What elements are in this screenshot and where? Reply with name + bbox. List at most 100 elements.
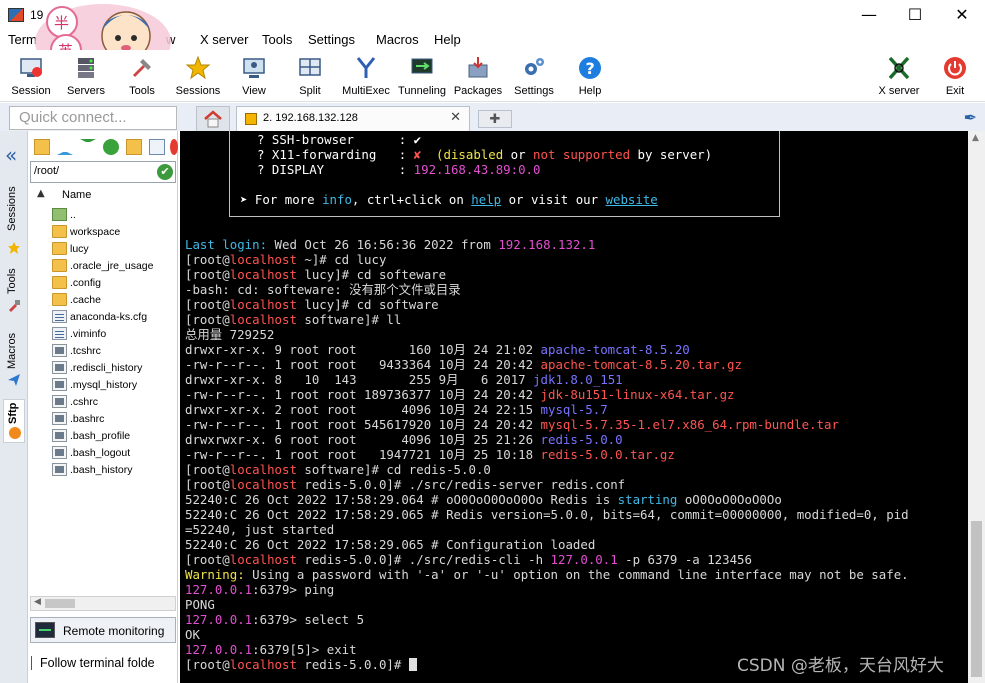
info-x11-line: ? X11-forwarding : ✘ (disabled or not su… bbox=[257, 147, 712, 162]
list-item[interactable]: .config bbox=[52, 275, 176, 292]
scrollbar-thumb[interactable] bbox=[45, 599, 75, 608]
scroll-left-icon[interactable]: ◀ bbox=[34, 597, 41, 607]
info-ssh-text: ? SSH-browser : ✔ bbox=[257, 132, 422, 147]
list-item[interactable]: lucy bbox=[52, 241, 176, 258]
sftp-path-input[interactable]: /root/ ✔ bbox=[30, 161, 176, 183]
script-file-icon bbox=[52, 412, 67, 425]
terminal-line: 127.0.0.1:6379> select 5 bbox=[185, 612, 364, 627]
servers-button[interactable]: Servers bbox=[55, 52, 117, 100]
session-button[interactable]: Session bbox=[0, 52, 62, 100]
refresh-icon[interactable] bbox=[103, 139, 119, 155]
warning-text: Using a password with '-a' or '-u' optio… bbox=[244, 567, 909, 582]
help-button[interactable]: ? Help bbox=[559, 52, 621, 100]
multiexec-button[interactable]: MultiExec bbox=[335, 52, 397, 100]
menu-macros[interactable]: Macros bbox=[376, 32, 419, 47]
help-link[interactable]: help bbox=[471, 192, 501, 207]
list-item[interactable]: anaconda-ks.cfg bbox=[52, 309, 176, 326]
ls-name: jdk1.8.0_151 bbox=[533, 372, 623, 387]
sidebar-tab-sessions[interactable]: Sessions bbox=[3, 179, 25, 259]
list-item[interactable]: .bash_profile bbox=[52, 428, 176, 445]
minimize-button[interactable]: — bbox=[846, 0, 892, 30]
prompt-host: localhost bbox=[229, 552, 297, 567]
view-button[interactable]: View bbox=[223, 52, 285, 100]
download-icon[interactable] bbox=[57, 139, 73, 155]
sidebar-tab-sftp[interactable]: Sftp bbox=[3, 399, 25, 443]
sessions-button[interactable]: Sessions bbox=[167, 52, 229, 100]
xserver-button[interactable]: X server bbox=[868, 52, 930, 100]
tab-title: 2. 192.168.132.128 bbox=[263, 112, 358, 124]
list-item[interactable]: .bash_logout bbox=[52, 445, 176, 462]
collapse-sidebar-icon[interactable]: « bbox=[5, 143, 17, 167]
follow-terminal-folder-checkbox[interactable]: Follow terminal folde bbox=[28, 653, 178, 673]
maximize-button[interactable]: ☐ bbox=[892, 0, 938, 30]
log-text: 52240:C 26 Oct 2022 17:58:29.065 # Redis… bbox=[185, 507, 909, 522]
prompt-host: localhost bbox=[229, 312, 297, 327]
split-button[interactable]: Split bbox=[279, 52, 341, 100]
prompt-user: [root@ bbox=[185, 462, 230, 477]
list-item[interactable]: .. bbox=[52, 207, 176, 224]
script-file-icon bbox=[52, 344, 67, 357]
packages-icon bbox=[468, 57, 488, 78]
sftp-column-header[interactable]: ▲ Name bbox=[28, 186, 178, 206]
ls-row: -rw-r--r--. 1 root root 9433364 10月 24 2… bbox=[185, 357, 742, 372]
website-link[interactable]: website bbox=[606, 192, 658, 207]
list-item[interactable]: .cache bbox=[52, 292, 176, 309]
tab-close-icon[interactable]: ✕ bbox=[450, 110, 461, 125]
delete-icon[interactable] bbox=[170, 139, 178, 155]
ls-meta: -rw-r--r--. 1 root root 1947721 10月 25 1… bbox=[185, 447, 541, 462]
terminal-scrollbar[interactable]: ▲ bbox=[968, 131, 985, 683]
menu-settings[interactable]: Settings bbox=[308, 32, 355, 47]
menu-tools[interactable]: Tools bbox=[262, 32, 292, 47]
new-folder-icon[interactable] bbox=[126, 139, 142, 155]
list-item[interactable]: .rediscli_history bbox=[52, 360, 176, 377]
upload-icon[interactable] bbox=[80, 139, 96, 155]
path-ok-icon[interactable]: ✔ bbox=[157, 164, 173, 180]
list-item[interactable]: .bash_history bbox=[52, 462, 176, 479]
folder-icon bbox=[52, 242, 67, 255]
tunneling-button[interactable]: Tunneling bbox=[391, 52, 453, 100]
new-file-icon[interactable] bbox=[149, 139, 165, 155]
list-item[interactable]: .cshrc bbox=[52, 394, 176, 411]
terminal-line: [root@localhost redis-5.0.0]# ./src/redi… bbox=[185, 552, 752, 567]
quick-connect-input[interactable]: Quick connect... bbox=[9, 106, 177, 130]
packages-button[interactable]: Packages bbox=[447, 52, 509, 100]
sftp-horizontal-scrollbar[interactable]: ◀ bbox=[30, 596, 176, 611]
file-name: .bash_history bbox=[70, 464, 133, 476]
tools-icon bbox=[9, 300, 20, 312]
home-tab[interactable] bbox=[196, 106, 230, 131]
list-item[interactable]: workspace bbox=[52, 224, 176, 241]
list-item[interactable]: .bashrc bbox=[52, 411, 176, 428]
tab-terminal-session[interactable]: 2. 192.168.132.128 ✕ bbox=[236, 106, 470, 131]
tools-button[interactable]: Tools bbox=[111, 52, 173, 100]
terminal-line: OK bbox=[185, 627, 200, 642]
list-item[interactable]: .oracle_jre_usage bbox=[52, 258, 176, 275]
ls-meta: drwxrwxr-x. 6 root root 4096 10月 25 21:2… bbox=[185, 432, 541, 447]
scroll-up-icon[interactable]: ▲ bbox=[972, 133, 979, 143]
scrollbar-thumb[interactable] bbox=[971, 521, 982, 677]
remote-monitoring-button[interactable]: Remote monitoring bbox=[30, 617, 176, 643]
attach-icon[interactable]: ✒ bbox=[964, 108, 977, 128]
close-button[interactable]: ✕ bbox=[939, 0, 985, 30]
file-name: .bash_logout bbox=[70, 447, 131, 459]
parent-folder-icon[interactable] bbox=[34, 139, 50, 155]
terminal-line: 总用量 729252 bbox=[185, 327, 274, 342]
file-name: .viminfo bbox=[70, 328, 107, 340]
new-tab-button[interactable]: ✚ bbox=[478, 110, 512, 128]
settings-button[interactable]: Settings bbox=[503, 52, 565, 100]
info-link[interactable]: info bbox=[322, 192, 352, 207]
file-name: .bashrc bbox=[70, 413, 105, 425]
list-item[interactable]: .tcshrc bbox=[52, 343, 176, 360]
info-more-text-3: or visit our bbox=[501, 192, 606, 207]
ls-row: -rw-r--r--. 1 root root 189736377 10月 24… bbox=[185, 387, 735, 402]
macros-tab-label: Macros bbox=[6, 332, 18, 370]
info-x11-label: ? X11-forwarding : bbox=[257, 147, 414, 162]
list-item[interactable]: .viminfo bbox=[52, 326, 176, 343]
terminal-line: 52240:C 26 Oct 2022 17:58:29.065 # Confi… bbox=[185, 537, 595, 552]
exit-button[interactable]: Exit bbox=[924, 52, 985, 100]
log-text: 52240:C 26 Oct 2022 17:58:29.064 # oO0Oo… bbox=[185, 492, 618, 507]
tunneling-label: Tunneling bbox=[398, 85, 446, 97]
menu-help[interactable]: Help bbox=[434, 32, 461, 47]
menu-x-server[interactable]: X server bbox=[200, 32, 248, 47]
list-item[interactable]: .mysql_history bbox=[52, 377, 176, 394]
terminal-output[interactable]: ? SSH-browser : ✔ ? X11-forwarding : ✘ (… bbox=[180, 131, 968, 683]
